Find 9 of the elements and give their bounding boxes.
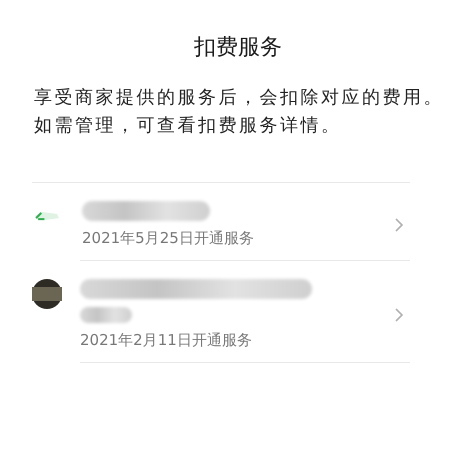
service-item[interactable]: 2021年5月25日开通服务: [32, 183, 410, 260]
start-date: 2021年2月11日开通服务: [80, 331, 253, 350]
start-date: 2021年5月25日开通服务: [82, 229, 255, 248]
avatar-icon: [32, 279, 62, 309]
service-item[interactable]: 2021年2月11日开通服务: [80, 260, 410, 363]
description-text: 享受商家提供的服务后，会扣除对应的费用。如需管理，可查看扣费服务详情。: [34, 86, 445, 138]
chevron-icon: [394, 216, 404, 232]
chevron-icon: [394, 306, 404, 322]
page-title: 扣费服务: [193, 34, 283, 62]
